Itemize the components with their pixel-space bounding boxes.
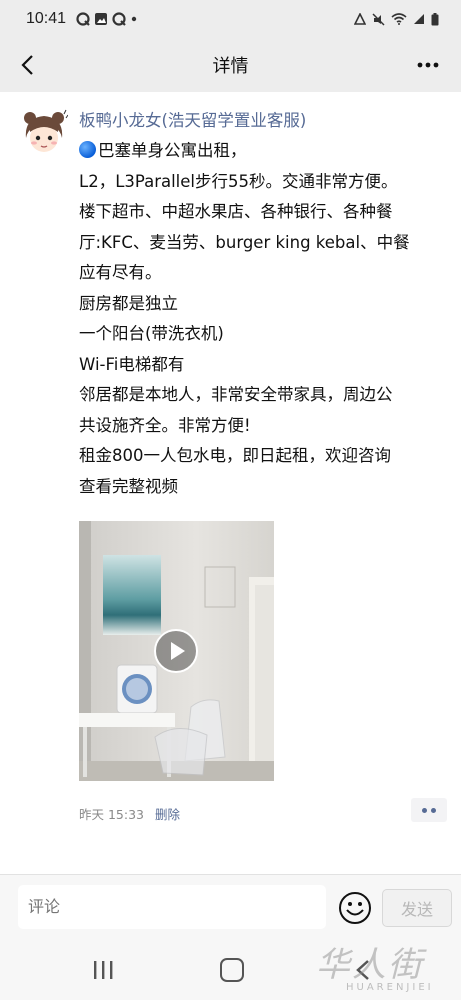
signal-icon bbox=[414, 14, 424, 24]
moment-detail: 板鸭小龙女(浩天留学置业客服) 巴塞单身公寓出租， L2，L3Parallel步… bbox=[0, 92, 461, 874]
video-thumbnail[interactable] bbox=[79, 521, 274, 781]
post-line: L2，L3Parallel步行55秒。交通非常方便。 bbox=[79, 171, 398, 191]
chevron-left-icon bbox=[21, 55, 33, 75]
q-app-icon bbox=[112, 12, 126, 26]
notification-icons bbox=[76, 12, 138, 26]
more-dot-icon bbox=[131, 16, 137, 22]
delete-link[interactable]: 删除 bbox=[155, 804, 180, 823]
status-time: 10:41 bbox=[26, 10, 67, 27]
play-icon[interactable] bbox=[153, 628, 199, 674]
q-app-icon bbox=[76, 12, 90, 26]
status-bar: 10:41 bbox=[0, 0, 461, 38]
like-comment-button[interactable] bbox=[411, 798, 447, 822]
blue-circle-emoji-icon bbox=[79, 141, 96, 158]
dot-icon bbox=[431, 807, 436, 813]
post-line: Wi-Fi电梯都有 bbox=[79, 354, 185, 374]
watermark: 华人街 HUARENJIEI bbox=[316, 946, 456, 998]
nav-bar: 详情 bbox=[0, 38, 461, 92]
post-time: 昨天 15:33 bbox=[79, 807, 144, 822]
image-icon bbox=[95, 13, 108, 25]
post-line: 楼下超市、中超水果店、各种银行、各种餐 bbox=[79, 202, 393, 221]
more-dots-icon bbox=[417, 62, 439, 68]
avatar[interactable] bbox=[20, 108, 68, 156]
avatar-illustration bbox=[20, 108, 68, 156]
recent-apps-icon[interactable] bbox=[92, 960, 114, 980]
back-button[interactable] bbox=[12, 50, 42, 80]
data-saver-icon bbox=[354, 13, 366, 25]
mute-icon bbox=[372, 12, 385, 26]
more-button[interactable] bbox=[413, 50, 443, 80]
system-icons bbox=[354, 12, 439, 26]
post-line: 邻居都是本地人，非常安全带家具，周边公 bbox=[79, 385, 393, 404]
post-line: 一个阳台(带洗衣机) bbox=[79, 324, 224, 343]
post-line: 厨房都是独立 bbox=[79, 293, 178, 313]
post-line: 应有尽有。 bbox=[79, 263, 162, 282]
post-text: 巴塞单身公寓出租， L2，L3Parallel步行55秒。交通非常方便。 楼下超… bbox=[79, 136, 449, 502]
post-line: 租金800一人包水电，即日起租，欢迎咨询 bbox=[79, 446, 391, 465]
watermark-cn: 华人街 bbox=[316, 945, 424, 985]
post-line: 厅:KFC、麦当劳、burger king kebal、中餐 bbox=[79, 232, 410, 252]
page-title: 详情 bbox=[212, 56, 249, 77]
send-button[interactable]: 发送 bbox=[382, 889, 452, 927]
watermark-en: HUARENJIEI bbox=[346, 982, 434, 993]
comment-bar: 发送 bbox=[0, 874, 461, 942]
comment-input[interactable] bbox=[18, 885, 326, 929]
wifi-icon bbox=[391, 13, 407, 25]
battery-icon bbox=[431, 12, 439, 25]
emoji-icon[interactable] bbox=[338, 891, 372, 925]
moment-post: 板鸭小龙女(浩天留学置业客服) 巴塞单身公寓出租， L2，L3Parallel步… bbox=[79, 108, 449, 502]
author-name[interactable]: 板鸭小龙女(浩天留学置业客服) bbox=[79, 108, 449, 136]
home-button[interactable] bbox=[220, 958, 244, 982]
post-meta: 昨天 15:33 删除 bbox=[79, 804, 180, 823]
dot-icon bbox=[422, 807, 427, 813]
post-line: 共设施齐全。非常方便! bbox=[79, 415, 251, 435]
post-line: 巴塞单身公寓出租， bbox=[79, 136, 449, 167]
post-line: 查看完整视频 bbox=[79, 476, 178, 496]
